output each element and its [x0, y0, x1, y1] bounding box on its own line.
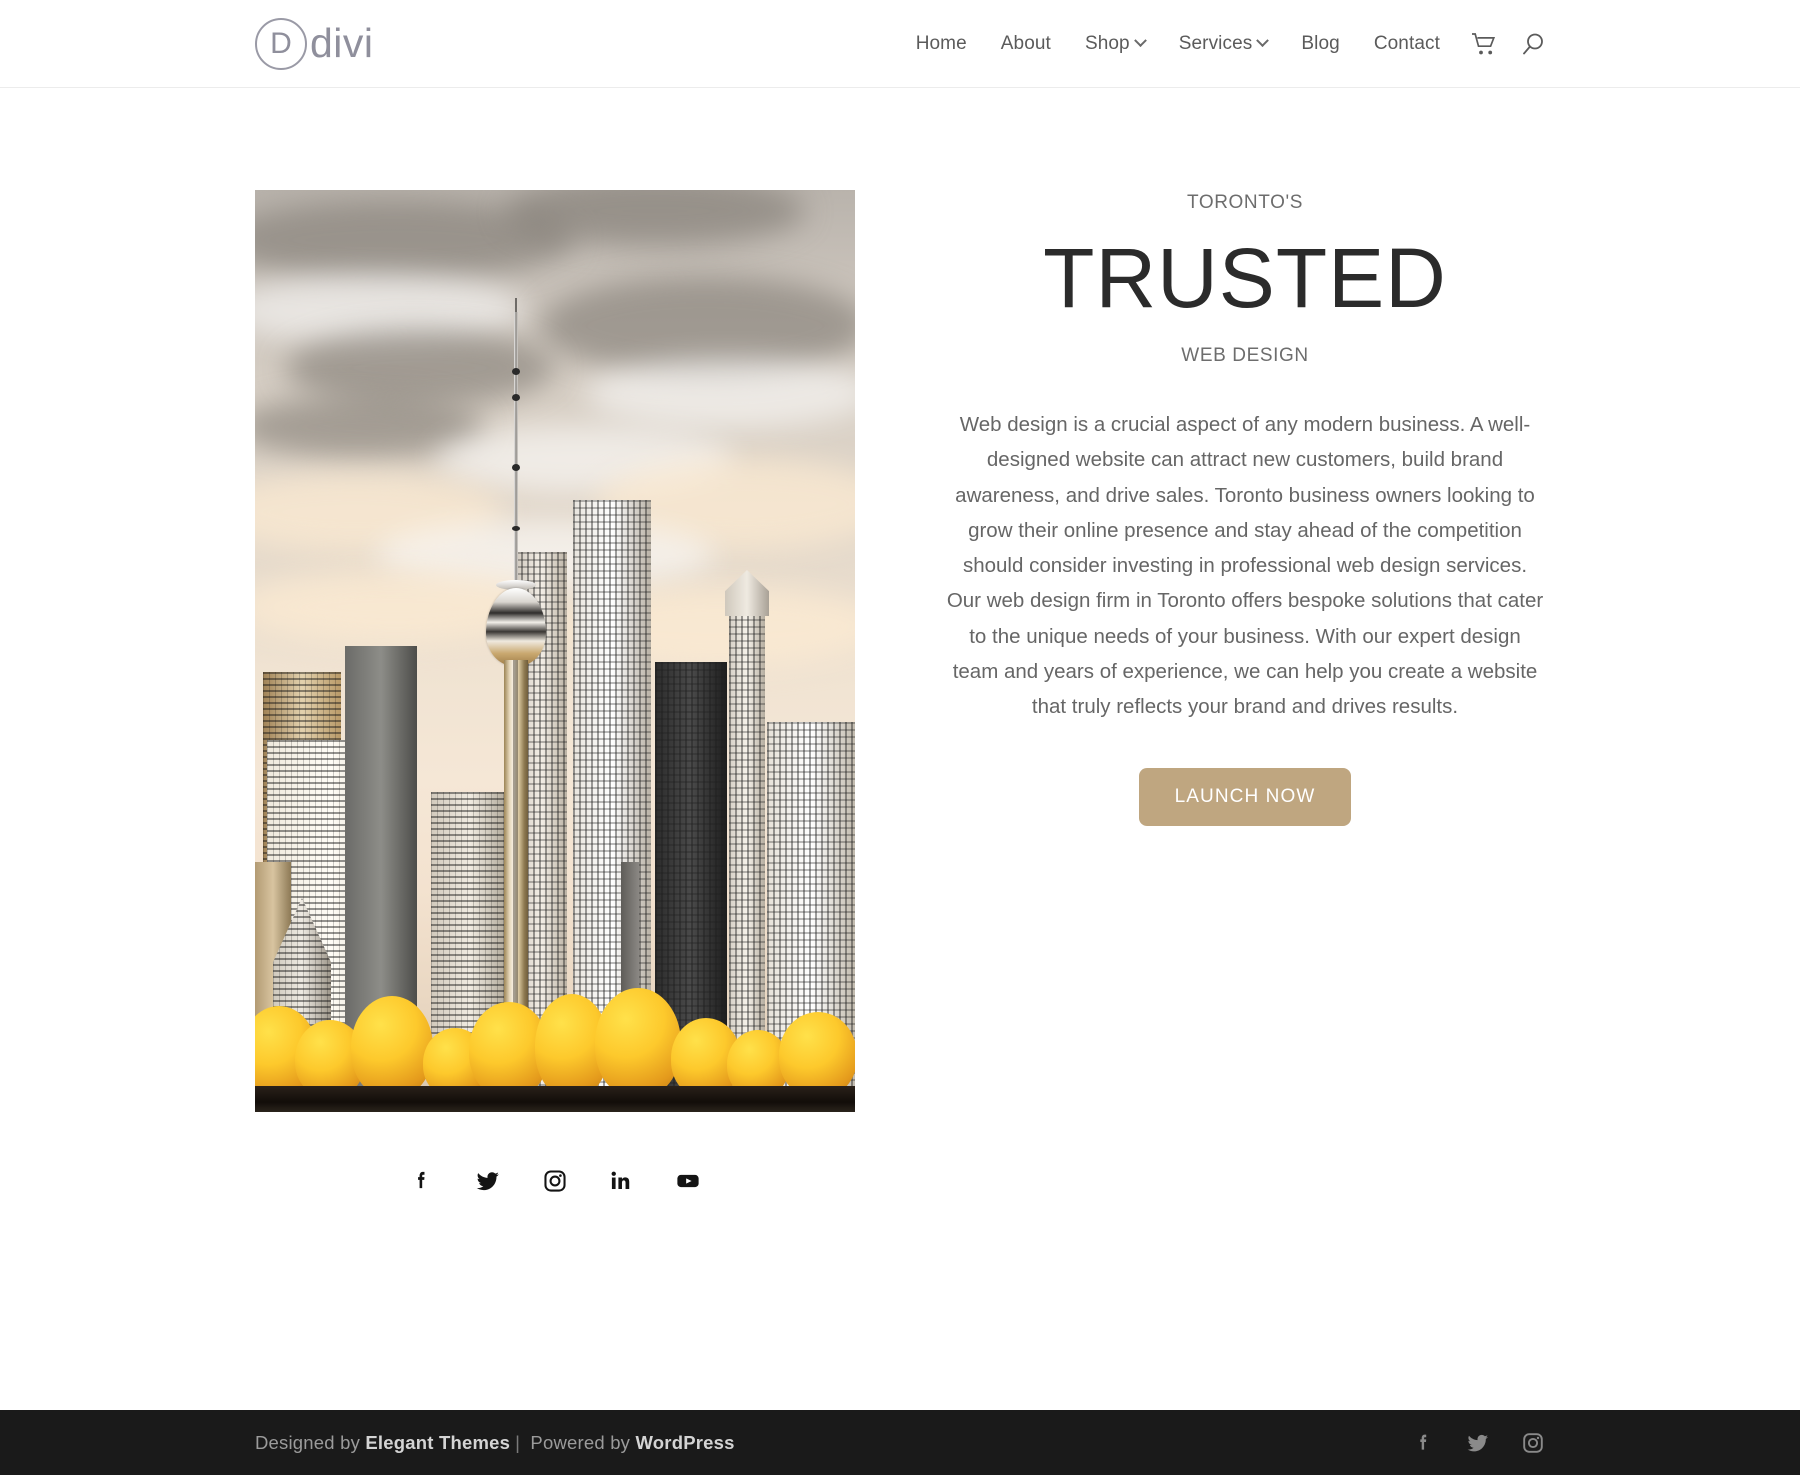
nav-item-home[interactable]: Home [899, 33, 984, 55]
header-inner: D divi Home About Shop Services Blog Con… [255, 17, 1545, 70]
divi-logo-mark: D [255, 17, 307, 70]
credit-middle: Powered by [525, 1431, 636, 1453]
hero-subline: WEB DESIGN [1181, 345, 1309, 367]
site-footer: Designed by Elegant Themes | Powered by W… [0, 1410, 1800, 1475]
hero-eyebrow: TORONTO'S [1186, 192, 1303, 213]
header-icons [1457, 32, 1545, 56]
nav-item-blog[interactable]: Blog [1284, 33, 1356, 55]
nav-item-about[interactable]: About [984, 33, 1068, 55]
credit-separator: | [515, 1431, 521, 1453]
hero-headline: TRUSTED [1043, 231, 1447, 325]
instagram-icon[interactable] [542, 1168, 568, 1194]
facebook-icon[interactable] [408, 1168, 434, 1194]
cta-wrapper: LAUNCH NOW [1138, 768, 1352, 827]
cart-icon[interactable] [1471, 32, 1497, 56]
nav-label-contact: Contact [1373, 32, 1440, 54]
credit-prefix: Designed by [255, 1431, 366, 1453]
nav-label-shop: Shop [1084, 32, 1130, 54]
chevron-down-icon [1133, 34, 1147, 48]
autumn-trees [255, 962, 855, 1112]
footer-social-links [1411, 1431, 1545, 1455]
page-root: D divi Home About Shop Services Blog Con… [0, 0, 1800, 1475]
nav-item-services[interactable]: Services [1162, 33, 1285, 55]
divi-logo[interactable]: D divi [255, 17, 374, 70]
elegant-themes-link[interactable]: Elegant Themes [365, 1432, 510, 1453]
launch-now-button[interactable]: LAUNCH NOW [1138, 768, 1352, 827]
site-header: D divi Home About Shop Services Blog Con… [0, 0, 1800, 88]
hero-inner: TORONTO'S TRUSTED WEB DESIGN Web design … [255, 190, 1545, 1410]
linkedin-icon[interactable] [608, 1168, 634, 1194]
wordpress-link[interactable]: WordPress [635, 1432, 734, 1453]
facebook-icon[interactable] [1411, 1431, 1435, 1455]
chevron-down-icon [1256, 34, 1270, 48]
search-icon[interactable] [1521, 32, 1545, 56]
nav-label-blog: Blog [1301, 32, 1340, 54]
hero-right-column: TORONTO'S TRUSTED WEB DESIGN Web design … [945, 190, 1545, 827]
youtube-icon[interactable] [674, 1168, 702, 1194]
twitter-icon[interactable] [474, 1168, 502, 1194]
twitter-icon[interactable] [1465, 1431, 1491, 1455]
divi-logo-text: divi [310, 20, 374, 66]
hero-body-text: Web design is a crucial aspect of any mo… [946, 413, 1544, 719]
nav-label-about: About [1000, 32, 1051, 54]
nav-label-services: Services [1178, 32, 1253, 54]
hero-section: TORONTO'S TRUSTED WEB DESIGN Web design … [0, 88, 1800, 1410]
footer-inner: Designed by Elegant Themes | Powered by W… [255, 1431, 1545, 1455]
nav-list: Home About Shop Services Blog Contact [899, 33, 1457, 55]
footer-credit: Designed by Elegant Themes | Powered by W… [255, 1432, 735, 1454]
toronto-skyline-image [255, 190, 855, 1112]
nav-label-home: Home [915, 32, 967, 54]
main-navigation: Home About Shop Services Blog Contact [899, 32, 1545, 56]
social-links-row [255, 1168, 855, 1194]
instagram-icon[interactable] [1521, 1431, 1545, 1455]
hero-left-column [255, 190, 855, 1194]
nav-item-shop[interactable]: Shop [1068, 33, 1162, 55]
nav-item-contact[interactable]: Contact [1357, 33, 1457, 55]
